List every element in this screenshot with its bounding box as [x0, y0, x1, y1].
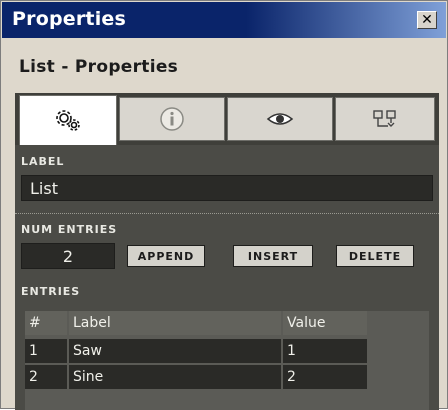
label-section-header: LABEL	[21, 155, 65, 168]
label-input[interactable]: List	[21, 175, 433, 201]
table-header-row: # Label Value	[25, 311, 429, 335]
entries-table: # Label Value 1 Saw 1 2 Sine 2	[25, 311, 429, 410]
close-icon: ✕	[421, 12, 433, 28]
tab-bar	[15, 93, 439, 145]
tab-info[interactable]	[119, 97, 225, 141]
properties-window: Properties ✕ List - Properties LABEL Lis…	[0, 0, 448, 410]
table-row[interactable]: 2 Sine 2	[25, 365, 429, 389]
entry-index: 1	[25, 339, 67, 363]
entry-value[interactable]: 1	[283, 339, 367, 363]
entry-value[interactable]: 2	[283, 365, 367, 389]
insert-button[interactable]: INSERT	[233, 245, 313, 267]
tab-view[interactable]	[227, 97, 333, 141]
title-bar[interactable]: Properties ✕	[2, 2, 446, 38]
column-header-value: Value	[283, 311, 367, 335]
column-header-label: Label	[69, 311, 281, 335]
table-row[interactable]: 1 Saw 1	[25, 339, 429, 363]
properties-panel: LABEL List NUM ENTRIES 2 APPEND INSERT D…	[15, 145, 439, 410]
delete-button[interactable]: DELETE	[336, 245, 414, 267]
eye-icon	[266, 113, 294, 125]
tab-connections[interactable]	[335, 97, 435, 141]
append-button[interactable]: APPEND	[127, 245, 205, 267]
section-divider	[15, 213, 439, 214]
num-entries-field[interactable]: 2	[21, 243, 115, 269]
column-header-index: #	[25, 311, 67, 335]
window-title: Properties	[12, 8, 126, 30]
connection-icon	[373, 110, 396, 127]
tab-settings[interactable]	[19, 95, 117, 145]
close-button[interactable]: ✕	[417, 11, 437, 29]
info-icon	[160, 107, 184, 131]
gears-icon	[56, 109, 80, 131]
page-title: List - Properties	[19, 57, 179, 77]
entries-section-header: ENTRIES	[21, 285, 81, 298]
num-entries-section-header: NUM ENTRIES	[21, 223, 118, 236]
entry-index: 2	[25, 365, 67, 389]
entry-label[interactable]: Saw	[69, 339, 281, 363]
entry-label[interactable]: Sine	[69, 365, 281, 389]
